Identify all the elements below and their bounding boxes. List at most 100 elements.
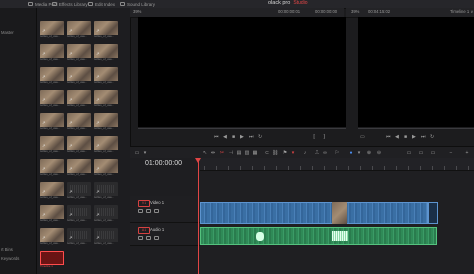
media-clip[interactable]: ↗ turtles_of_usa... xyxy=(40,228,64,245)
program-play-reverse-icon[interactable]: ◀ xyxy=(395,134,399,140)
mark-out-icon[interactable]: ⟧ xyxy=(323,134,325,140)
program-viewer-screen[interactable] xyxy=(358,17,474,127)
media-clip[interactable]: ↗ turtles_of_usa... xyxy=(67,113,91,130)
audio-clip[interactable] xyxy=(200,227,437,245)
audio-level-icon[interactable]: ♪ xyxy=(302,150,308,156)
media-clip[interactable]: ↗ turtles_of_usa... xyxy=(94,159,118,176)
video-track-badge[interactable]: V1 xyxy=(138,200,150,207)
linked-selection-icon[interactable]: ⛓ xyxy=(272,150,278,156)
mute-icon[interactable] xyxy=(154,236,159,240)
media-clip[interactable]: ↗ turtles_of_usa... xyxy=(40,159,64,176)
position-lock-icon[interactable]: ⎍ xyxy=(314,150,320,156)
media-clip[interactable]: ↗ turtles_of_usa... xyxy=(67,21,91,38)
media-clip[interactable]: ↗ turtles_of_usa... xyxy=(67,90,91,107)
zoom-custom-icon[interactable]: ▭ xyxy=(430,150,436,156)
timeline-selector[interactable]: Timeline 1 ∨ xyxy=(450,9,473,14)
program-scrubber[interactable] xyxy=(358,128,474,129)
zoom-out-icon[interactable]: ⊖ xyxy=(376,150,382,156)
stop-icon[interactable]: ■ xyxy=(232,134,235,140)
audio-track-badge[interactable]: A1 xyxy=(138,227,150,234)
playhead-handle[interactable] xyxy=(195,158,201,163)
video-clip-end[interactable] xyxy=(428,202,438,224)
timeline-ruler[interactable] xyxy=(200,158,474,171)
program-jump-end-icon[interactable]: ⏭ xyxy=(421,134,426,140)
loop-icon[interactable]: ↻ xyxy=(258,134,262,140)
flag-color-icon[interactable]: ⚐ xyxy=(334,150,340,156)
track-lock-icon[interactable] xyxy=(138,209,143,213)
track-visibility-icon[interactable] xyxy=(154,209,159,213)
media-clip[interactable]: ↗ turtles_of_usa... xyxy=(40,113,64,130)
marker-icon[interactable]: ▾ xyxy=(290,150,296,156)
audio-lock-icon[interactable] xyxy=(138,236,143,240)
snapping-icon[interactable]: ⊂ xyxy=(264,150,270,156)
program-jump-start-icon[interactable]: ⏮ xyxy=(386,134,391,140)
timeline-timecode[interactable]: 01:00:00:00 xyxy=(145,160,182,167)
auto-select-icon[interactable] xyxy=(146,209,151,213)
media-clip[interactable]: ↗ turtles_of_usa... xyxy=(40,182,64,199)
zoom-detail-icon[interactable]: ▭ xyxy=(418,150,424,156)
media-clip[interactable]: ↗ turtles_of_usa... xyxy=(67,44,91,61)
blue-marker-icon[interactable]: ● xyxy=(348,150,354,156)
media-clip[interactable]: ↗ turtles_of_usa... xyxy=(67,67,91,84)
media-clip[interactable]: ↗ turtles_of_usa... xyxy=(40,44,64,61)
media-clip[interactable]: ↗ turtles_of_usa... xyxy=(40,21,64,38)
source-viewer-screen[interactable] xyxy=(138,17,346,127)
program-stop-icon[interactable]: ■ xyxy=(404,134,407,140)
keywords-label[interactable]: Keywords xyxy=(1,256,19,261)
timeline-zoom-in-icon[interactable]: + xyxy=(464,150,470,156)
media-clip[interactable]: ↗ turtles_of_usa... xyxy=(94,182,118,199)
play-reverse-icon[interactable]: ◀ xyxy=(223,134,227,140)
media-clip[interactable]: ↗ turtles_of_usa... xyxy=(40,90,64,107)
media-clip[interactable]: ↗ turtles_of_usa... xyxy=(67,228,91,245)
replace-icon[interactable]: ▦ xyxy=(252,150,258,156)
blade-tool-icon[interactable]: ⊣ xyxy=(228,150,234,156)
timeline-clip[interactable]: Timeline 1 xyxy=(40,251,64,268)
media-clip[interactable]: ↗ turtles_of_usa... xyxy=(67,159,91,176)
media-clip[interactable]: ↗ turtles_of_usa... xyxy=(40,205,64,222)
sound-library-tab[interactable]: Sound Library xyxy=(120,0,155,8)
media-clip[interactable]: ↗ turtles_of_usa... xyxy=(67,182,91,199)
mark-in-icon[interactable]: ⟦ xyxy=(313,134,315,140)
effects-library-tab[interactable]: Effects Library xyxy=(52,0,88,8)
source-zoom[interactable]: 39% xyxy=(133,9,141,14)
media-clip[interactable]: ↗ turtles_of_usa... xyxy=(94,113,118,130)
media-clip[interactable]: ↗ turtles_of_usa... xyxy=(94,21,118,38)
smart-bins-label[interactable]: rt Bins xyxy=(1,247,13,252)
jump-start-icon[interactable]: ⏮ xyxy=(214,134,219,140)
media-clip[interactable]: ↗ turtles_of_usa... xyxy=(40,67,64,84)
marker-color-icon[interactable]: ▾ xyxy=(356,150,362,156)
insert-icon[interactable]: ▤ xyxy=(236,150,242,156)
program-zoom[interactable]: 39% xyxy=(351,9,359,14)
media-clip[interactable]: ↗ turtles_of_usa... xyxy=(94,136,118,153)
zoom-full-icon[interactable]: ▭ xyxy=(406,150,412,156)
media-clip[interactable]: ↗ turtles_of_usa... xyxy=(40,136,64,153)
playhead[interactable] xyxy=(198,158,199,274)
flag-icon[interactable]: ⚑ xyxy=(282,150,288,156)
view-options-icon[interactable]: ▾ xyxy=(142,150,148,156)
media-clip[interactable]: ↗ turtles_of_usa... xyxy=(94,90,118,107)
layout-icon[interactable]: ▭ xyxy=(134,150,140,156)
media-clip[interactable]: ↗ turtles_of_usa... xyxy=(94,228,118,245)
play-icon[interactable]: ▶ xyxy=(240,134,244,140)
jump-end-icon[interactable]: ⏭ xyxy=(249,134,254,140)
selection-tool-icon[interactable]: ↖ xyxy=(202,150,208,156)
timeline-zoom-out-icon[interactable]: − xyxy=(448,150,454,156)
media-clip[interactable]: ↗ turtles_of_usa... xyxy=(94,44,118,61)
media-clip[interactable]: ↗ turtles_of_usa... xyxy=(94,205,118,222)
master-bin[interactable]: Master xyxy=(1,30,14,35)
media-clip[interactable]: ↗ turtles_of_usa... xyxy=(67,136,91,153)
edit-index-tab[interactable]: Edit Index xyxy=(88,0,115,8)
media-clip[interactable]: ↗ turtles_of_usa... xyxy=(94,67,118,84)
program-view-icon[interactable]: ▭ xyxy=(360,134,365,140)
audio-auto-select-icon[interactable] xyxy=(146,236,151,240)
video-clip[interactable] xyxy=(200,202,428,224)
program-play-icon[interactable]: ▶ xyxy=(412,134,416,140)
overwrite-icon[interactable]: ▥ xyxy=(244,150,250,156)
link-clips-icon[interactable]: ∞ xyxy=(322,150,328,156)
source-scrubber[interactable] xyxy=(138,128,346,129)
program-loop-icon[interactable]: ↻ xyxy=(430,134,434,140)
dynamic-trim-icon[interactable]: ✂ xyxy=(219,150,225,156)
zoom-in-icon[interactable]: ⊕ xyxy=(366,150,372,156)
trim-tool-icon[interactable]: ⇹ xyxy=(210,150,216,156)
media-clip[interactable]: ↗ turtles_of_usa... xyxy=(67,205,91,222)
